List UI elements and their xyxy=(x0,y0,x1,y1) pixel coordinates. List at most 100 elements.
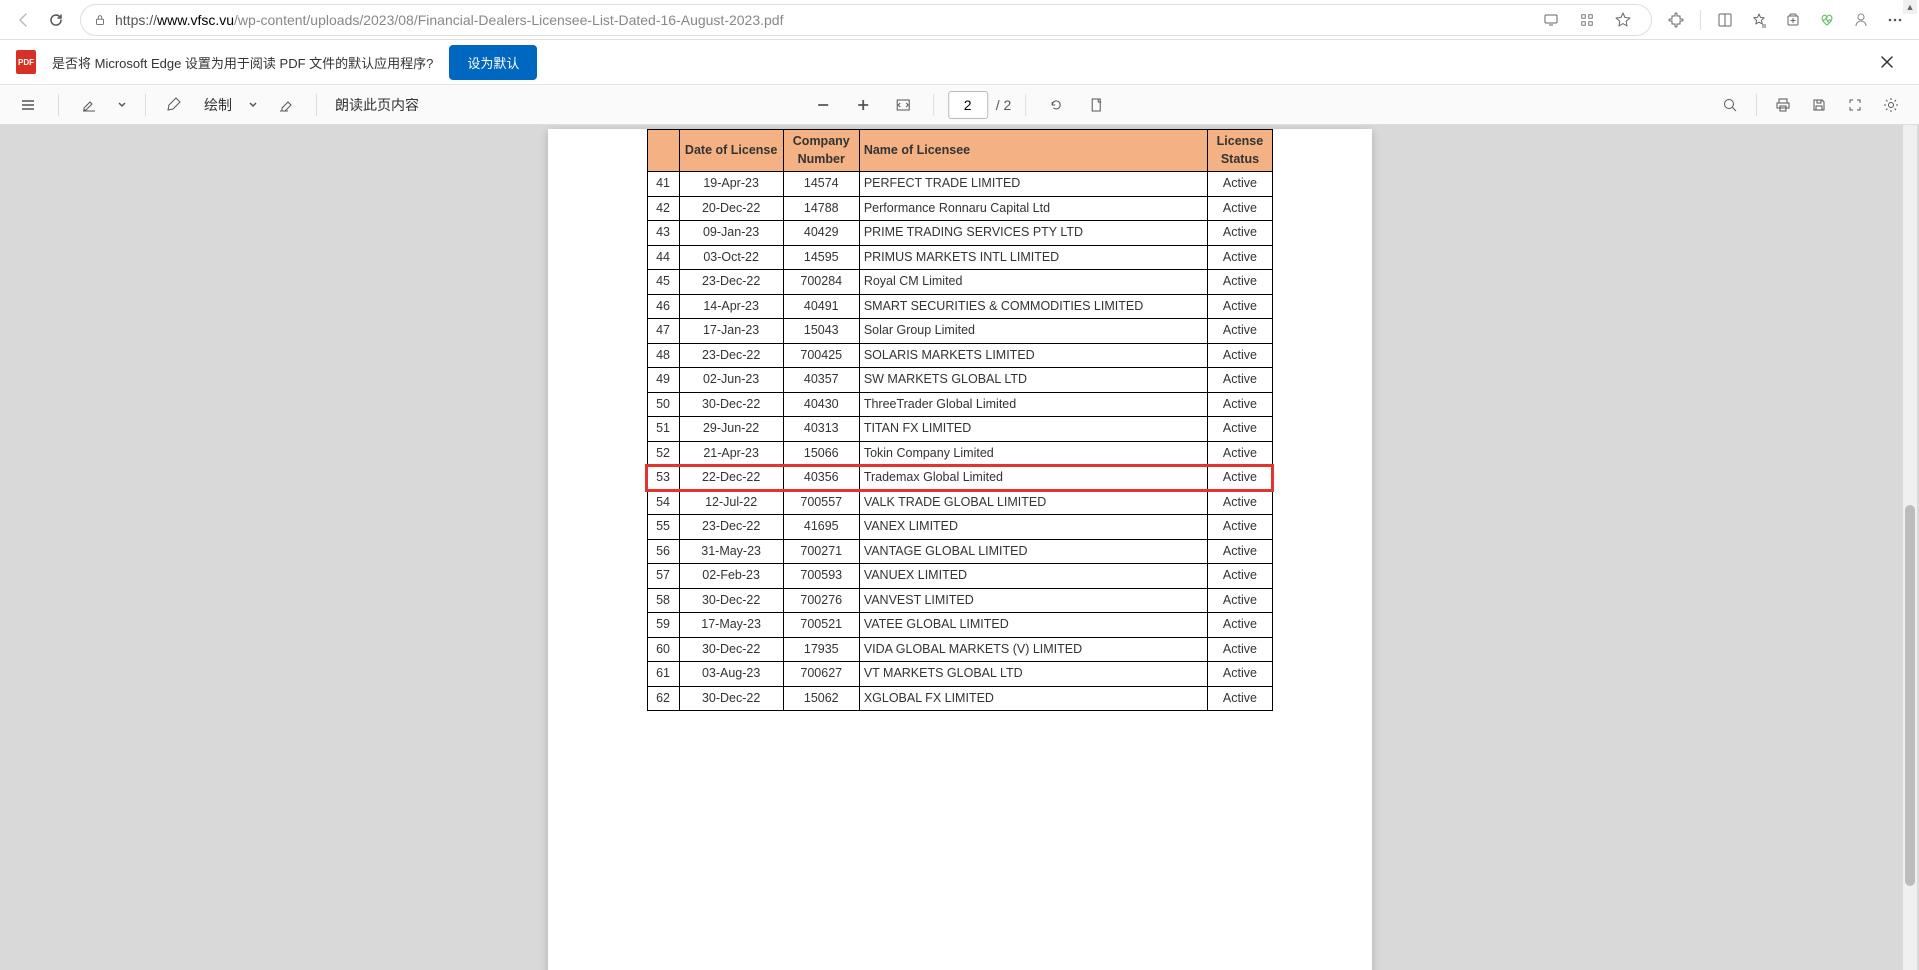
draw-button[interactable] xyxy=(160,89,192,121)
cell-row-number: 58 xyxy=(647,588,679,613)
table-row: 4220-Dec-2214788Performance Ronnaru Capi… xyxy=(647,196,1272,221)
extensions-button[interactable] xyxy=(1660,4,1692,36)
browser-nav-bar: https://www.vfsc.vu/wp-content/uploads/2… xyxy=(0,0,1919,40)
cell-licensee-name: PERFECT TRADE LIMITED xyxy=(859,172,1208,197)
pen-icon xyxy=(167,96,185,114)
list-icon xyxy=(19,96,37,114)
page-total: / 2 xyxy=(996,97,1012,113)
col-header-status: License Status xyxy=(1208,130,1272,172)
cell-company-number: 700557 xyxy=(783,490,859,515)
app-button[interactable] xyxy=(1571,4,1603,36)
highlight-dropdown[interactable] xyxy=(113,89,131,121)
table-row: 4717-Jan-2315043Solar Group LimitedActiv… xyxy=(647,319,1272,344)
cell-status: Active xyxy=(1208,343,1272,368)
rotate-icon xyxy=(1047,96,1065,114)
find-button[interactable] xyxy=(1714,89,1746,121)
cell-row-number: 54 xyxy=(647,490,679,515)
cell-date: 29-Jun-22 xyxy=(679,417,783,442)
cell-date: 09-Jan-23 xyxy=(679,221,783,246)
monitor-icon xyxy=(1543,12,1559,28)
refresh-icon xyxy=(48,12,64,28)
grid-icon xyxy=(1580,13,1594,27)
cell-row-number: 56 xyxy=(647,539,679,564)
table-row: 5917-May-23700521VATEE GLOBAL LIMITEDAct… xyxy=(647,613,1272,638)
draw-dropdown[interactable] xyxy=(244,89,262,121)
table-row: 4523-Dec-22700284Royal CM LimitedActive xyxy=(647,270,1272,295)
cell-row-number: 51 xyxy=(647,417,679,442)
table-row: 5322-Dec-2240356Trademax Global LimitedA… xyxy=(647,466,1272,491)
cell-status: Active xyxy=(1208,588,1272,613)
eraser-icon xyxy=(277,96,295,114)
address-bar[interactable]: https://www.vfsc.vu/wp-content/uploads/2… xyxy=(80,4,1652,36)
refresh-button[interactable] xyxy=(40,4,72,36)
cell-status: Active xyxy=(1208,245,1272,270)
profile-button[interactable] xyxy=(1845,4,1877,36)
cell-row-number: 50 xyxy=(647,392,679,417)
cell-licensee-name: VIDA GLOBAL MARKETS (V) LIMITED xyxy=(859,637,1208,662)
vertical-scrollbar[interactable] xyxy=(1903,125,1917,970)
table-row: 4823-Dec-22700425SOLARIS MARKETS LIMITED… xyxy=(647,343,1272,368)
highlight-button[interactable] xyxy=(73,89,105,121)
table-row: 4902-Jun-2340357SW MARKETS GLOBAL LTDAct… xyxy=(647,368,1272,393)
split-screen-button[interactable] xyxy=(1709,4,1741,36)
separator xyxy=(1756,94,1757,116)
cell-licensee-name: VATEE GLOBAL LIMITED xyxy=(859,613,1208,638)
rotate-button[interactable] xyxy=(1040,89,1072,121)
table-row: 5221-Apr-2315066Tokin Company LimitedAct… xyxy=(647,441,1272,466)
draw-label: 绘制 xyxy=(204,95,232,115)
table-row: 6030-Dec-2217935VIDA GLOBAL MARKETS (V) … xyxy=(647,637,1272,662)
save-button[interactable] xyxy=(1803,89,1835,121)
cell-row-number: 47 xyxy=(647,319,679,344)
page-number-input[interactable] xyxy=(948,91,988,119)
highlighter-icon xyxy=(80,96,98,114)
cell-company-number: 15043 xyxy=(783,319,859,344)
contents-button[interactable] xyxy=(12,89,44,121)
separator xyxy=(1700,10,1701,30)
cell-date: 23-Dec-22 xyxy=(679,515,783,540)
gear-icon xyxy=(1883,97,1899,113)
reader-mode-button[interactable] xyxy=(1535,4,1567,36)
back-button[interactable] xyxy=(8,4,40,36)
cell-row-number: 53 xyxy=(647,466,679,491)
separator xyxy=(933,94,934,116)
cell-company-number: 700276 xyxy=(783,588,859,613)
scrollbar-thumb[interactable] xyxy=(1905,505,1915,885)
erase-button[interactable] xyxy=(270,89,302,121)
scroll-up-arrow[interactable]: ▲ xyxy=(1903,0,1917,14)
fit-button[interactable] xyxy=(887,89,919,121)
cell-date: 23-Dec-22 xyxy=(679,343,783,368)
cell-company-number: 700425 xyxy=(783,343,859,368)
favorite-button[interactable] xyxy=(1607,4,1639,36)
cell-status: Active xyxy=(1208,392,1272,417)
cell-licensee-name: VANUEX LIMITED xyxy=(859,564,1208,589)
cell-status: Active xyxy=(1208,172,1272,197)
performance-button[interactable] xyxy=(1811,4,1843,36)
cell-date: 30-Dec-22 xyxy=(679,686,783,711)
table-row: 5631-May-23700271VANTAGE GLOBAL LIMITEDA… xyxy=(647,539,1272,564)
col-header-name: Name of Licensee xyxy=(859,130,1208,172)
cell-company-number: 40357 xyxy=(783,368,859,393)
read-aloud-button[interactable]: 朗读此页内容 xyxy=(335,95,419,115)
page-view-button[interactable] xyxy=(1080,89,1112,121)
settings-button[interactable] xyxy=(1875,89,1907,121)
cell-company-number: 14574 xyxy=(783,172,859,197)
favorites-list-button[interactable] xyxy=(1743,4,1775,36)
close-infobar-button[interactable] xyxy=(1871,46,1903,78)
pdf-toolbar: 绘制 朗读此页内容 / 2 xyxy=(0,85,1919,125)
table-row: 5129-Jun-2240313TITAN FX LIMITEDActive xyxy=(647,417,1272,442)
set-default-button[interactable]: 设为默认 xyxy=(449,45,537,80)
table-row: 6103-Aug-23700627VT MARKETS GLOBAL LTDAc… xyxy=(647,662,1272,687)
printer-icon xyxy=(1775,97,1791,113)
cell-date: 03-Aug-23 xyxy=(679,662,783,687)
cell-date: 30-Dec-22 xyxy=(679,392,783,417)
heart-pulse-icon xyxy=(1819,12,1835,28)
print-button[interactable] xyxy=(1767,89,1799,121)
fullscreen-button[interactable] xyxy=(1839,89,1871,121)
cell-licensee-name: XGLOBAL FX LIMITED xyxy=(859,686,1208,711)
cell-date: 02-Feb-23 xyxy=(679,564,783,589)
zoom-out-button[interactable] xyxy=(807,89,839,121)
zoom-in-button[interactable] xyxy=(847,89,879,121)
cell-licensee-name: Trademax Global Limited xyxy=(859,466,1208,491)
licensee-table: Date of License Company Number Name of L… xyxy=(647,129,1273,711)
collections-button[interactable] xyxy=(1777,4,1809,36)
